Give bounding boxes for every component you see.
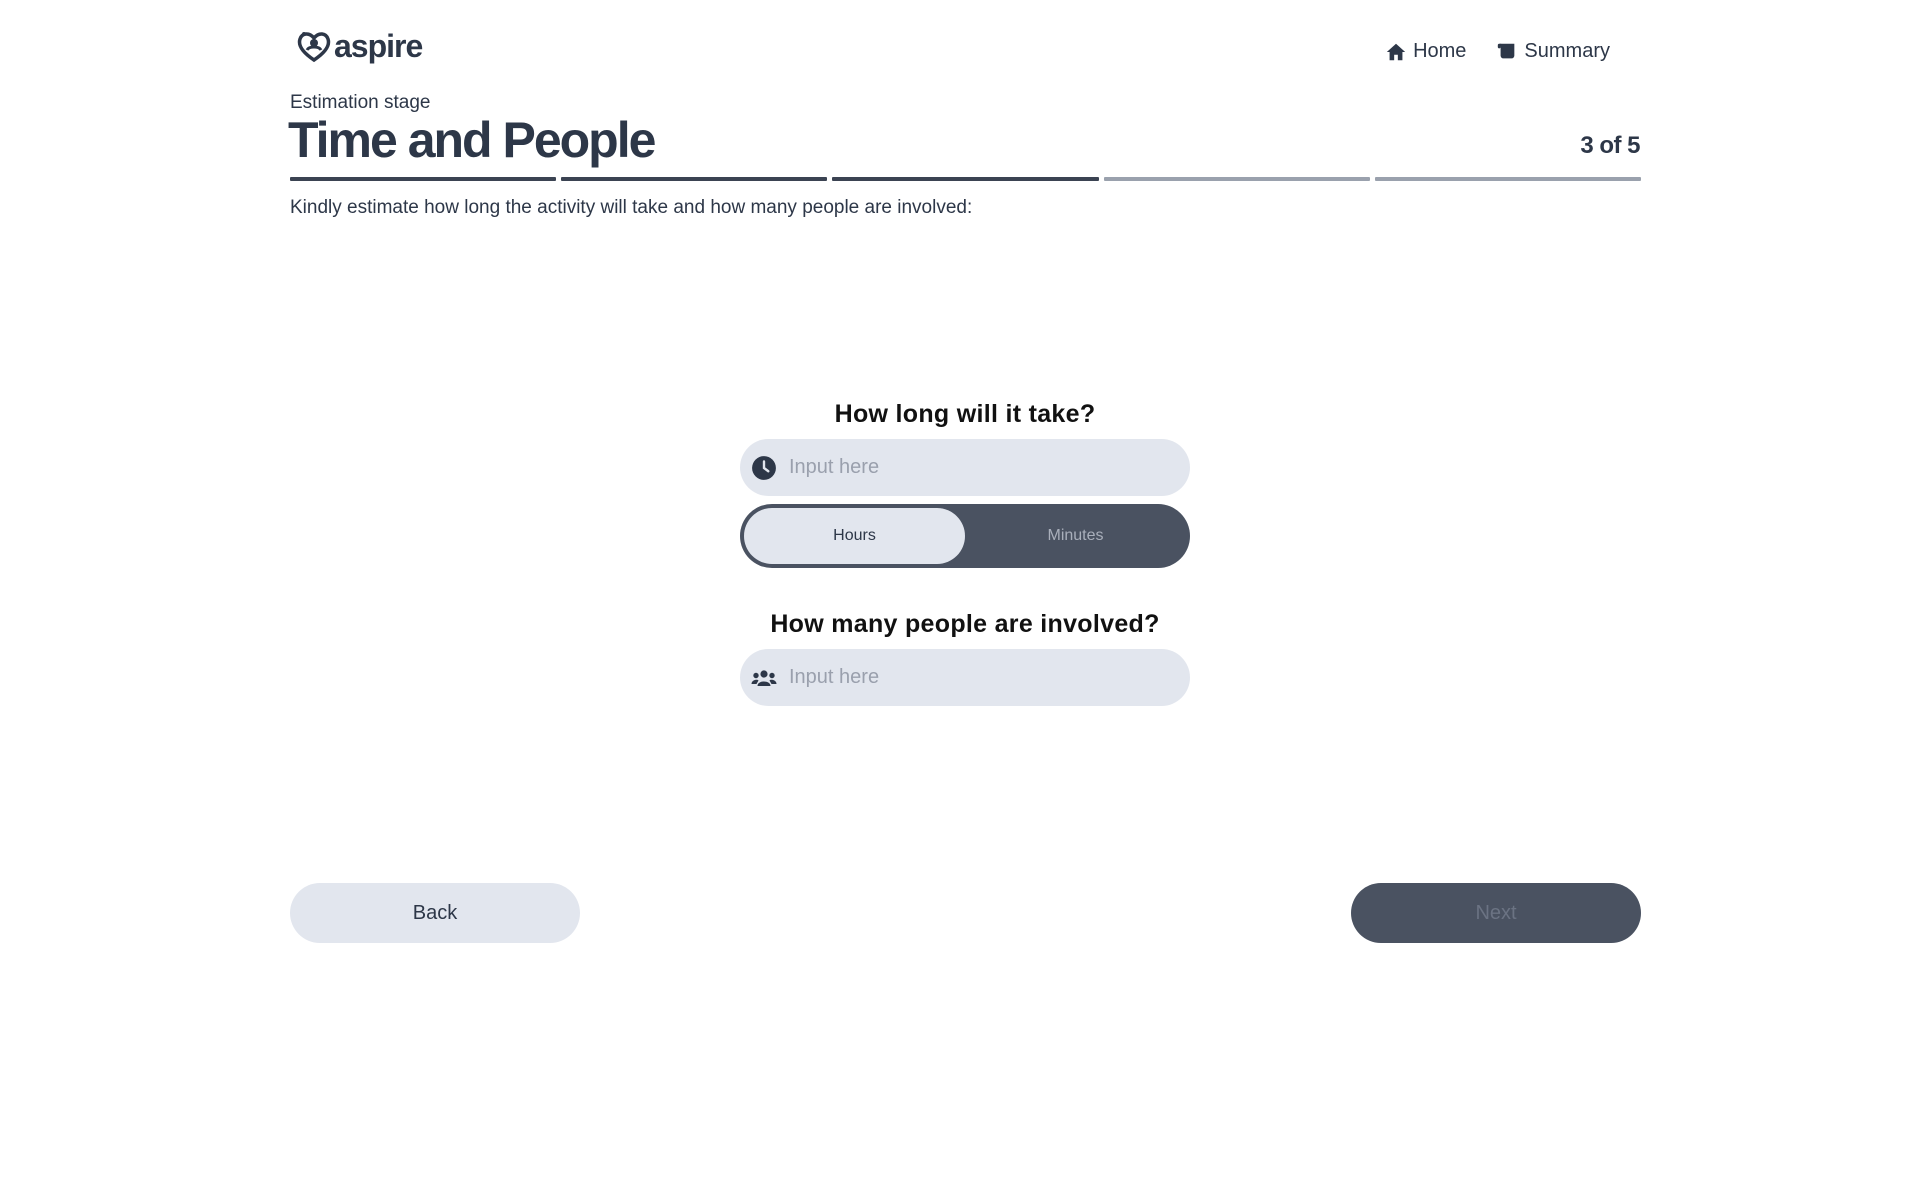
progress-segment: [1374, 177, 1642, 181]
nav-summary-label: Summary: [1524, 40, 1610, 62]
estimation-form: How long will it take? HoursMinutes How …: [740, 400, 1190, 706]
people-input[interactable]: [740, 649, 1190, 706]
page: aspire Home Summary Estimation stage Tim…: [0, 0, 1920, 1200]
logo-text: aspire: [334, 27, 423, 64]
duration-input[interactable]: [740, 439, 1190, 496]
people-question: How many people are involved?: [770, 610, 1160, 638]
progress-segment: [1103, 177, 1370, 181]
unit-option-minutes[interactable]: Minutes: [965, 508, 1186, 564]
duration-unit-toggle: Hours Minutes: [740, 504, 1190, 568]
duration-input-wrapper: [740, 439, 1190, 496]
clock-icon: [751, 455, 777, 481]
top-nav: Home Summary: [1385, 40, 1610, 63]
back-button[interactable]: Back: [290, 883, 580, 943]
heart-logo-icon: [297, 32, 331, 63]
unit-option-hours[interactable]: Hours: [744, 508, 965, 564]
logo[interactable]: aspire: [296, 26, 423, 66]
next-button[interactable]: Next: [1351, 883, 1641, 943]
progress-bar: [290, 177, 1642, 181]
instructions-text: Kindly estimate how long the activity wi…: [290, 197, 973, 218]
progress-segment: [561, 177, 828, 181]
step-counter: 3 of 5: [1580, 132, 1640, 159]
nav-home-link[interactable]: Home: [1385, 40, 1466, 63]
progress-segment: [832, 177, 1099, 181]
people-icon: [751, 665, 777, 691]
nav-summary-link[interactable]: Summary: [1496, 40, 1610, 63]
people-input-wrapper: [740, 649, 1190, 706]
page-title: Time and People: [288, 112, 656, 168]
home-icon: [1386, 43, 1406, 60]
progress-segment: [290, 177, 557, 181]
nav-home-label: Home: [1413, 40, 1467, 62]
scroll-icon: [1498, 43, 1515, 58]
duration-question: How long will it take?: [834, 400, 1096, 428]
